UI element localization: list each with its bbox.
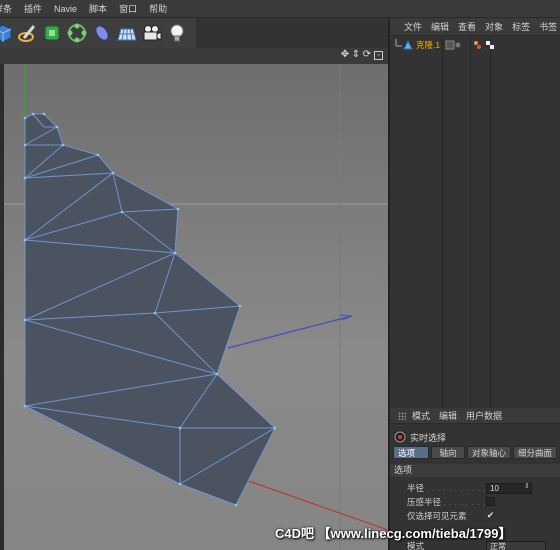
object-row[interactable]: 克隆.1 [390, 39, 560, 51]
rotate-view-icon[interactable]: ⟳ [361, 49, 373, 61]
z-axis-line [227, 315, 353, 349]
light-icon[interactable] [165, 21, 189, 45]
object-manager-menubar: 文件 编辑 查看 对象 标签 书签 [390, 18, 560, 36]
3d-viewport[interactable] [4, 64, 388, 550]
tab-axis[interactable]: 轴向 [431, 446, 465, 459]
visible-only-label: 仅选择可见元素 [407, 511, 467, 521]
om-menu-bookmarks[interactable]: 书签 [539, 20, 557, 33]
cube-icon[interactable] [0, 21, 14, 45]
maximize-icon[interactable]: ▫ [374, 51, 383, 60]
array-icon[interactable] [65, 21, 89, 45]
menu-window[interactable]: 窗口 [119, 2, 137, 15]
camera-icon[interactable] [140, 21, 164, 45]
visible-only-checkbox[interactable]: ✔ [486, 511, 495, 520]
live-selection-icon [394, 431, 406, 443]
panel-grip-icon[interactable] [398, 411, 406, 420]
om-menu-tags[interactable]: 标签 [512, 20, 530, 33]
radius-label: 半径 [407, 483, 425, 493]
tool-title-text: 实时选择 [410, 432, 447, 443]
floor-icon[interactable] [115, 21, 139, 45]
tab-object-axis[interactable]: 对象轴心 [467, 446, 512, 459]
pressure-radius-label: 压感半径 [407, 497, 442, 507]
attribute-manager-menubar: 模式 编辑 用户数据 [390, 408, 560, 424]
tab-options[interactable]: 选项 [393, 446, 429, 459]
subdivision-icon[interactable] [40, 21, 64, 45]
watermark-text: C4D吧 【www.linecg.com/tieba/1799】 [275, 526, 512, 541]
mode-dropdown[interactable]: 正常 [486, 541, 546, 550]
om-menu-object[interactable]: 对象 [485, 20, 503, 33]
am-menu-mode[interactable]: 模式 [412, 409, 430, 422]
menu-help[interactable]: 帮助 [149, 2, 167, 15]
om-menu-view[interactable]: 查看 [458, 20, 476, 33]
attribute-tabs: 选项 轴向 对象轴心 细分曲面 [393, 446, 559, 459]
am-menu-userdata[interactable]: 用户数据 [466, 409, 502, 422]
label-leader-dots: . . . . . . . . . [443, 497, 492, 507]
menu-plugins[interactable]: 插件 [24, 2, 42, 15]
om-menu-file[interactable]: 文件 [404, 20, 422, 33]
menu-script[interactable]: 脚本 [89, 2, 107, 15]
radius-stepper-icon[interactable]: ⇕ [524, 482, 530, 490]
toolbar-empty-area [196, 18, 388, 48]
pen-icon[interactable] [15, 21, 39, 45]
pressure-radius-row: 压感半径 . . . . . . . . . [407, 496, 492, 508]
column-divider [442, 36, 443, 408]
tab-subdivision-surface[interactable]: 细分曲面 [513, 446, 558, 459]
viewport-header: ✥ ⇕ ⟳ ▫ [0, 48, 388, 64]
deformer-icon[interactable] [90, 21, 114, 45]
main-menubar: 样条 插件 Navie 脚本 窗口 帮助 [0, 0, 560, 18]
pressure-radius-checkbox[interactable] [486, 497, 495, 506]
section-header: 选项 [390, 464, 560, 477]
visible-only-row: 仅选择可见元素 [407, 510, 467, 522]
am-menu-edit[interactable]: 编辑 [439, 409, 457, 422]
object-name[interactable]: 克隆.1 [416, 39, 440, 51]
tool-title: 实时选择 [394, 430, 446, 444]
layer-icon [445, 40, 455, 50]
cloner-icon [403, 39, 413, 50]
main-toolbar [0, 18, 196, 48]
menu-spline[interactable]: 样条 [0, 2, 12, 15]
viewport-scene [4, 64, 388, 550]
column-divider [470, 36, 471, 408]
mesh-fill [25, 114, 275, 505]
column-divider [490, 36, 491, 408]
om-menu-edit[interactable]: 编辑 [431, 20, 449, 33]
object-manager: 文件 编辑 查看 对象 标签 书签 克隆.1 [388, 18, 560, 408]
object-list[interactable] [390, 36, 560, 408]
radius-row: 半径 . . . . . . . . . . . . . [407, 482, 498, 494]
menu-navie[interactable]: Navie [54, 4, 77, 14]
